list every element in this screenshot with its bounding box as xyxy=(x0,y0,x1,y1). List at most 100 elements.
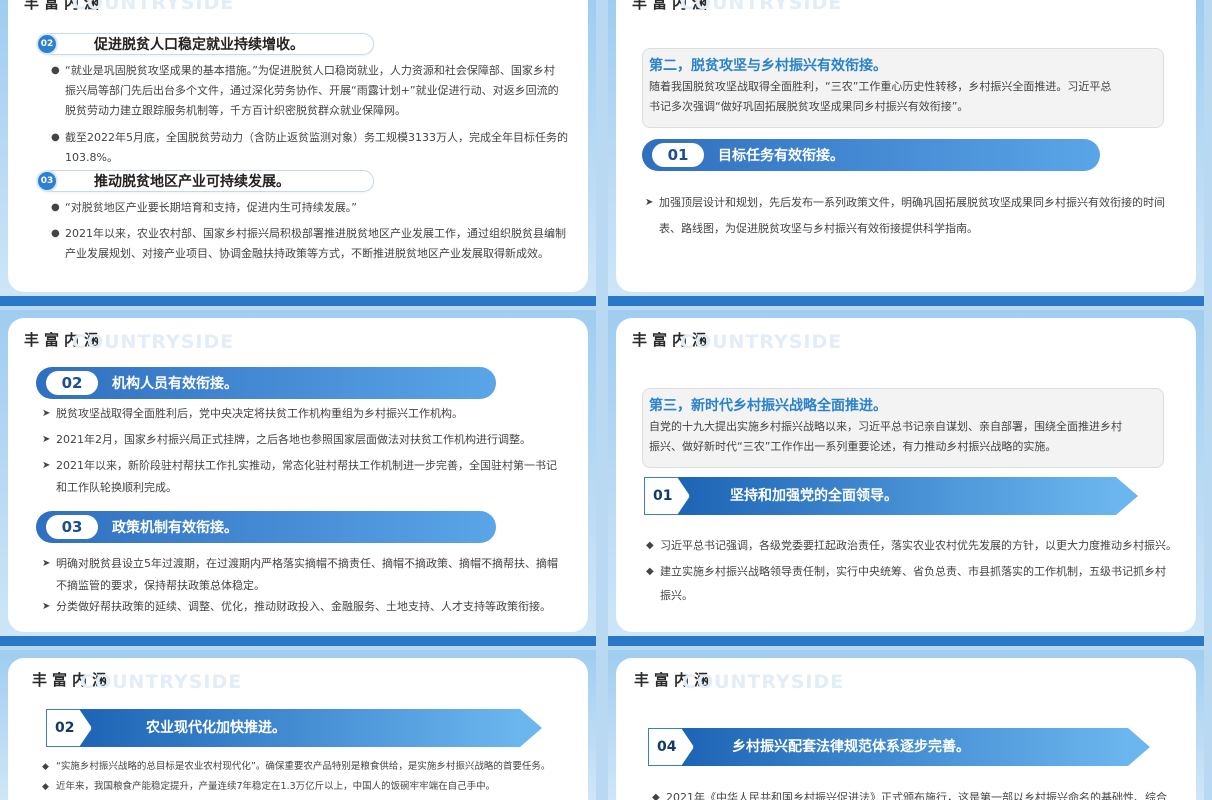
heading-arrow: 01 坚持和加强党的全面领导。 xyxy=(644,477,1139,515)
text-line: 脱贫攻坚战取得全面胜利后，党中央决定将扶贫工作机构重组为乡村振兴工作机构。 xyxy=(56,407,463,420)
bullet-arrow-icon: ➤ xyxy=(42,434,51,445)
header-watermark: COUNTRYSIDE xyxy=(682,671,845,693)
text-line: 脱贫劳动力建立跟踪服务机制等，千方百计织密脱贫群众就业保障网。 xyxy=(65,104,406,117)
text-line: 2021年《中华人民共和国乡村振兴促进法》正式颁布施行，这是第一部以乡村振兴命名… xyxy=(666,791,1167,800)
section-number: 02 xyxy=(36,33,58,55)
callout-title: 第二，脱贫攻坚与乡村振兴有效衔接。 xyxy=(649,58,887,74)
heading-title: 乡村振兴配套法律规范体系逐步完善。 xyxy=(732,739,970,755)
text-line: 加强顶层设计和规划，先后发布一系列政策文件，明确巩固拓展脱贫攻坚成果同乡村振兴有… xyxy=(659,196,1165,209)
header-watermark: COUNTRYSIDE xyxy=(72,331,235,353)
text-line: 截至2022年5月底，全国脱贫劳动力（含防止返贫监测对象）务工规模3133万人，… xyxy=(65,131,568,144)
text-line: 和工作队轮换顺利完成。 xyxy=(56,481,177,494)
bullet-text: ● 截至2022年5月底，全国脱贫劳动力（含防止返贫监测对象）务工规模3133万… xyxy=(51,128,585,168)
bullet-text: ◆ 近年来，我国粮食产能稳定提升，产量连续7年稳定在1.3万亿斤以上，中国人的饭… xyxy=(42,778,592,796)
heading-title: 政策机制有效衔接。 xyxy=(112,520,238,536)
text-line: 建立实施乡村振兴战略领导责任制，实行中央统筹、省负总责、市县抓落实的工作机制，五… xyxy=(660,565,1166,578)
header-watermark: COUNTRYSIDE xyxy=(680,0,843,14)
slide-stripe xyxy=(608,296,1204,306)
bullet-diamond-icon: ◆ xyxy=(646,540,654,551)
heading-title: 机构人员有效衔接。 xyxy=(112,376,238,392)
heading-title: 目标任务有效衔接。 xyxy=(718,148,844,164)
slide-1: 丰富内涵 COUNTRYSIDE 02 促进脱贫人口稳定就业持续增收。 ● “就… xyxy=(0,0,596,306)
bullet-text: ◆ 习近平总书记强调，各级党委要扛起政治责任，落实农业农村优先发展的方针，以更大… xyxy=(646,534,1190,558)
text-line: 分类做好帮扶政策的延续、调整、优化，推动财政投入、金融服务、土地支持、人才支持等… xyxy=(56,600,551,613)
text-line: “就业是巩固脱贫攻坚成果的基本措施。”为促进脱贫人口稳岗就业，人力资源和社会保障… xyxy=(65,64,555,77)
callout-title: 第三，新时代乡村振兴战略全面推进。 xyxy=(649,398,887,414)
header-watermark: COUNTRYSIDE xyxy=(80,671,243,693)
header-watermark: COUNTRYSIDE xyxy=(680,331,843,353)
text-line: 习近平总书记强调，各级党委要扛起政治责任，落实农业农村优先发展的方针，以更大力度… xyxy=(660,539,1177,552)
section-number: 03 xyxy=(36,170,58,192)
heading-title: 农业现代化加快推进。 xyxy=(146,720,286,736)
arrow-body xyxy=(74,709,520,747)
callout-line: 自党的十九大提出实施乡村振兴战略以来，习近平总书记亲自谋划、亲自部署，围绕全面推… xyxy=(649,420,1122,433)
heading-bar: 02 机构人员有效衔接。 xyxy=(36,367,496,399)
bullet-arrow-icon: ➤ xyxy=(42,408,51,419)
text-line: 产业发展规划、对接产业项目、协调金融扶持政策等方式，不断推进脱贫地区产业发展取得… xyxy=(65,247,549,260)
slide-stripe xyxy=(0,296,596,306)
bullet-diamond-icon: ◆ xyxy=(42,762,49,772)
text-line: “对脱贫地区产业要长期培育和支持，促进内生可持续发展。” xyxy=(65,201,357,214)
bullet-arrow-icon: ➤ xyxy=(42,558,51,569)
bullet-text: ➤ 分类做好帮扶政策的延续、调整、优化，推动财政投入、金融服务、土地支持、人才支… xyxy=(42,596,586,618)
bullet-text: ● “对脱贫地区产业要长期培育和支持，促进内生可持续发展。” xyxy=(51,198,585,218)
text-line: 振兴局等部门先后出台多个文件，通过深化劳务协作、开展“雨露计划+”就业促进行动、… xyxy=(65,84,559,97)
slide-5: 丰富内涵 COUNTRYSIDE 02 农业现代化加快推进。 ◆ “实施乡村振兴… xyxy=(0,650,596,800)
slide-stripe xyxy=(0,636,596,646)
text-line: 表、路线图，为促进脱贫攻坚与乡村振兴有效衔接提供科学指南。 xyxy=(659,222,978,235)
callout-box: 第二，脱贫攻坚与乡村振兴有效衔接。 随着我国脱贫攻坚战取得全面胜利，“三农”工作… xyxy=(642,48,1164,128)
heading-bar: 03 政策机制有效衔接。 xyxy=(36,511,496,543)
callout-line: 随着我国脱贫攻坚战取得全面胜利，“三农”工作重心历史性转移，乡村振兴全面推进。习… xyxy=(649,80,1112,93)
bullet-arrow-icon: ➤ xyxy=(42,460,51,471)
bullet-dot-icon: ● xyxy=(51,202,60,213)
bullet-dot-icon: ● xyxy=(51,228,60,239)
callout-line: 书记多次强调“做好巩固拓展脱贫攻坚成果同乡村振兴有效衔接”。 xyxy=(649,100,969,113)
text-line: 近年来，我国粮食产能稳定提升，产量连续7年稳定在1.3万亿斤以上，中国人的饭碗牢… xyxy=(56,781,496,792)
bullet-text: ➤ 2021年以来，新阶段驻村帮扶工作扎实推动，常态化驻村帮扶工作机制进一步完善… xyxy=(42,455,586,499)
bullet-diamond-icon: ◆ xyxy=(652,792,660,800)
bullet-text: ➤ 加强顶层设计和规划，先后发布一系列政策文件，明确巩固拓展脱贫攻坚成果同乡村振… xyxy=(645,190,1189,242)
slide-6: 丰富内涵 COUNTRYSIDE 04 乡村振兴配套法律规范体系逐步完善。 ◆ … xyxy=(608,650,1204,800)
text-line: 2021年以来，农业农村部、国家乡村振兴局积极部署推进脱贫地区产业发展工作，通过… xyxy=(65,227,566,240)
text-line: 103.8%。 xyxy=(65,151,118,164)
bullet-dot-icon: ● xyxy=(51,132,60,143)
section-heading-02: 02 促进脱贫人口稳定就业持续增收。 xyxy=(36,33,374,55)
bullet-text: ➤ 明确对脱贫县设立5年过渡期，在过渡期内严格落实摘帽不摘责任、摘帽不摘政策、摘… xyxy=(42,553,586,597)
header-watermark: COUNTRYSIDE xyxy=(72,0,235,14)
heading-number: 03 xyxy=(46,515,98,539)
callout-box: 第三，新时代乡村振兴战略全面推进。 自党的十九大提出实施乡村振兴战略以来，习近平… xyxy=(642,388,1164,468)
bullet-arrow-icon: ➤ xyxy=(42,601,51,612)
heading-number: 02 xyxy=(46,371,98,395)
text-line: 2021年2月，国家乡村振兴局正式挂牌，之后各地也参照国家层面做法对扶贫工作机构… xyxy=(56,433,531,446)
arrow-tip xyxy=(1128,728,1150,766)
callout-line: 振兴、做好新时代“三农”工作作出一系列重要论述，有力推动乡村振兴战略的实施。 xyxy=(649,440,1057,453)
text-line: 不摘监管的要求，保持帮扶政策总体稳定。 xyxy=(56,579,265,592)
bullet-diamond-icon: ◆ xyxy=(42,782,49,792)
arrow-tip xyxy=(1116,477,1138,515)
section-heading-03: 03 推动脱贫地区产业可持续发展。 xyxy=(36,170,374,192)
slide-2: 丰富内涵 COUNTRYSIDE 第二，脱贫攻坚与乡村振兴有效衔接。 随着我国脱… xyxy=(608,0,1204,306)
arrow-tip xyxy=(520,709,542,747)
bullet-text: ◆ 建立实施乡村振兴战略领导责任制，实行中央统筹、省负总责、市县抓落实的工作机制… xyxy=(646,560,1190,608)
text-line: 明确对脱贫县设立5年过渡期，在过渡期内严格落实摘帽不摘责任、摘帽不摘政策、摘帽不… xyxy=(56,557,558,570)
slide-4: 丰富内涵 COUNTRYSIDE 第三，新时代乡村振兴战略全面推进。 自党的十九… xyxy=(608,310,1204,646)
heading-bar: 01 目标任务有效衔接。 xyxy=(642,139,1100,171)
heading-arrow: 04 乡村振兴配套法律规范体系逐步完善。 xyxy=(648,728,1150,766)
text-line: 2021年以来，新阶段驻村帮扶工作扎实推动，常态化驻村帮扶工作机制进一步完善，全… xyxy=(56,459,557,472)
bullet-text: ◆ “实施乡村振兴战略的总目标是农业农村现代化”。确保重要农产品特别是粮食供给，… xyxy=(42,758,592,776)
bullet-diamond-icon: ◆ xyxy=(646,566,654,577)
heading-arrow: 02 农业现代化加快推进。 xyxy=(46,709,542,747)
bullet-dot-icon: ● xyxy=(51,65,60,76)
section-title: 促进脱贫人口稳定就业持续增收。 xyxy=(94,37,304,53)
slide-3: 丰富内涵 COUNTRYSIDE 02 机构人员有效衔接。 ➤ 脱贫攻坚战取得全… xyxy=(0,310,596,646)
bullet-arrow-icon: ➤ xyxy=(645,197,654,208)
bullet-text: ➤ 脱贫攻坚战取得全面胜利后，党中央决定将扶贫工作机构重组为乡村振兴工作机构。 xyxy=(42,403,586,425)
bullet-text: ◆ 2021年《中华人民共和国乡村振兴促进法》正式颁布施行，这是第一部以乡村振兴… xyxy=(652,788,1204,800)
section-title: 推动脱贫地区产业可持续发展。 xyxy=(94,174,290,190)
text-line: “实施乡村振兴战略的总目标是农业农村现代化”。确保重要农产品特别是粮食供给，是实… xyxy=(56,761,551,772)
heading-title: 坚持和加强党的全面领导。 xyxy=(730,488,898,504)
bullet-text: ● 2021年以来，农业农村部、国家乡村振兴局积极部署推进脱贫地区产业发展工作，… xyxy=(51,224,585,264)
bullet-text: ➤ 2021年2月，国家乡村振兴局正式挂牌，之后各地也参照国家层面做法对扶贫工作… xyxy=(42,429,586,451)
text-line: 振兴。 xyxy=(660,589,693,602)
heading-number: 01 xyxy=(652,143,704,167)
